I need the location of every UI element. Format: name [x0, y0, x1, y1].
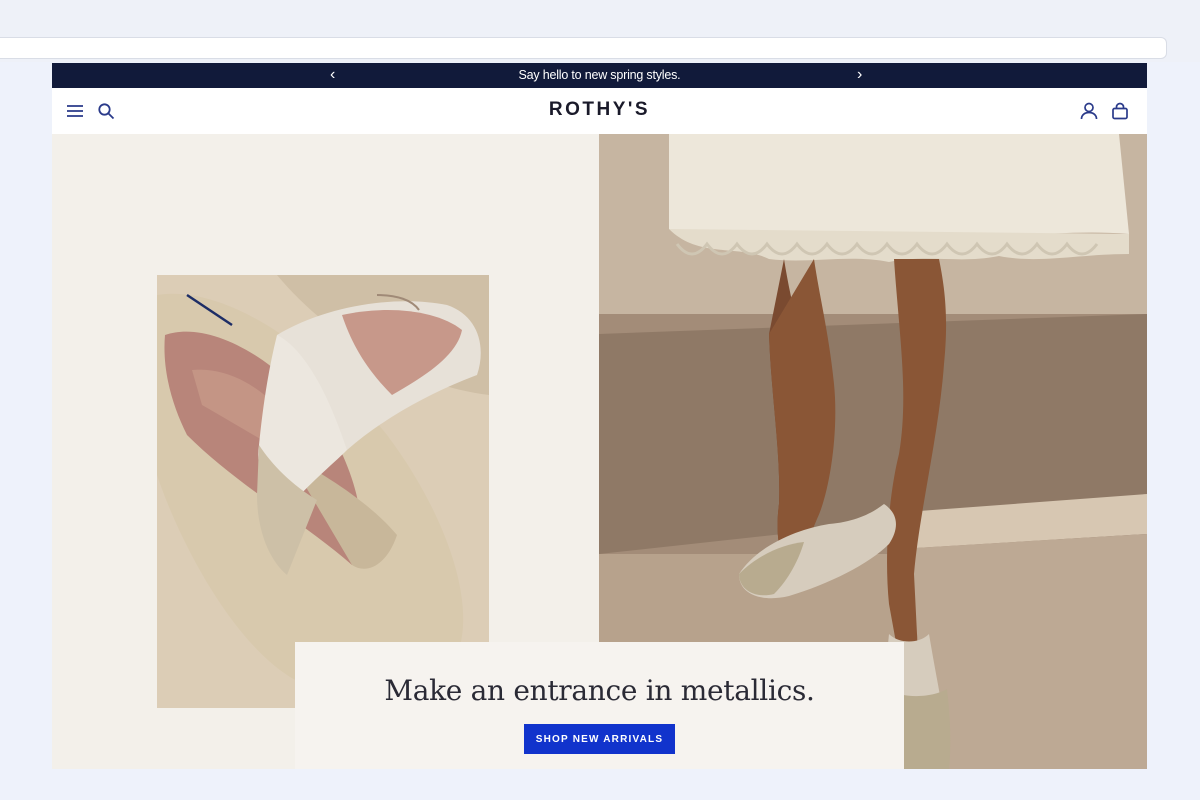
- announcement-bar: ‹ Say hello to new spring styles. ›: [52, 63, 1147, 88]
- shop-new-arrivals-button[interactable]: SHOP NEW ARRIVALS: [524, 724, 675, 754]
- browser-chrome: [0, 0, 1200, 62]
- address-bar[interactable]: [0, 37, 1167, 59]
- hero-headline: Make an entrance in metallics.: [384, 674, 815, 707]
- announcement-message[interactable]: Say hello to new spring styles.: [52, 68, 1147, 82]
- web-page: ‹ Say hello to new spring styles. › ROTH…: [52, 63, 1147, 769]
- hero-caption-card: Make an entrance in metallics. SHOP NEW …: [295, 642, 904, 769]
- hero-banner: Make an entrance in metallics. SHOP NEW …: [52, 134, 1147, 769]
- bag-icon[interactable]: [1110, 101, 1130, 121]
- site-header: ROTHY'S: [52, 88, 1147, 134]
- chevron-right-icon[interactable]: ›: [857, 65, 862, 85]
- brand-logo[interactable]: ROTHY'S: [52, 99, 1147, 121]
- account-icon[interactable]: [1079, 101, 1099, 121]
